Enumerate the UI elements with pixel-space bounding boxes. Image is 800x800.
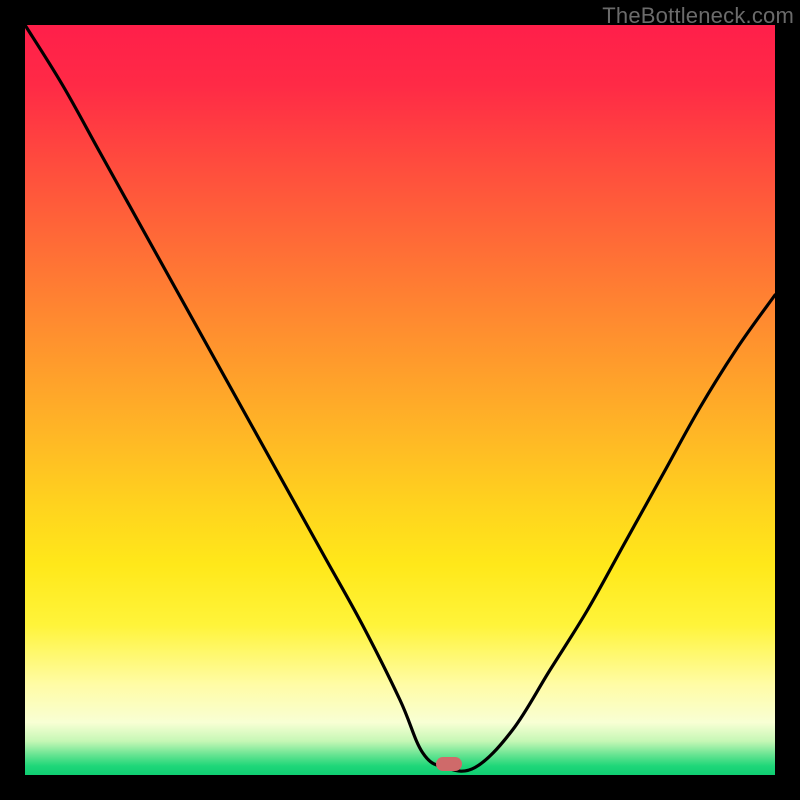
watermark-text: TheBottleneck.com [602,3,794,29]
plot-area [25,25,775,775]
bottleneck-curve [25,25,775,775]
chart-frame: TheBottleneck.com [0,0,800,800]
optimal-point-marker [436,757,462,771]
